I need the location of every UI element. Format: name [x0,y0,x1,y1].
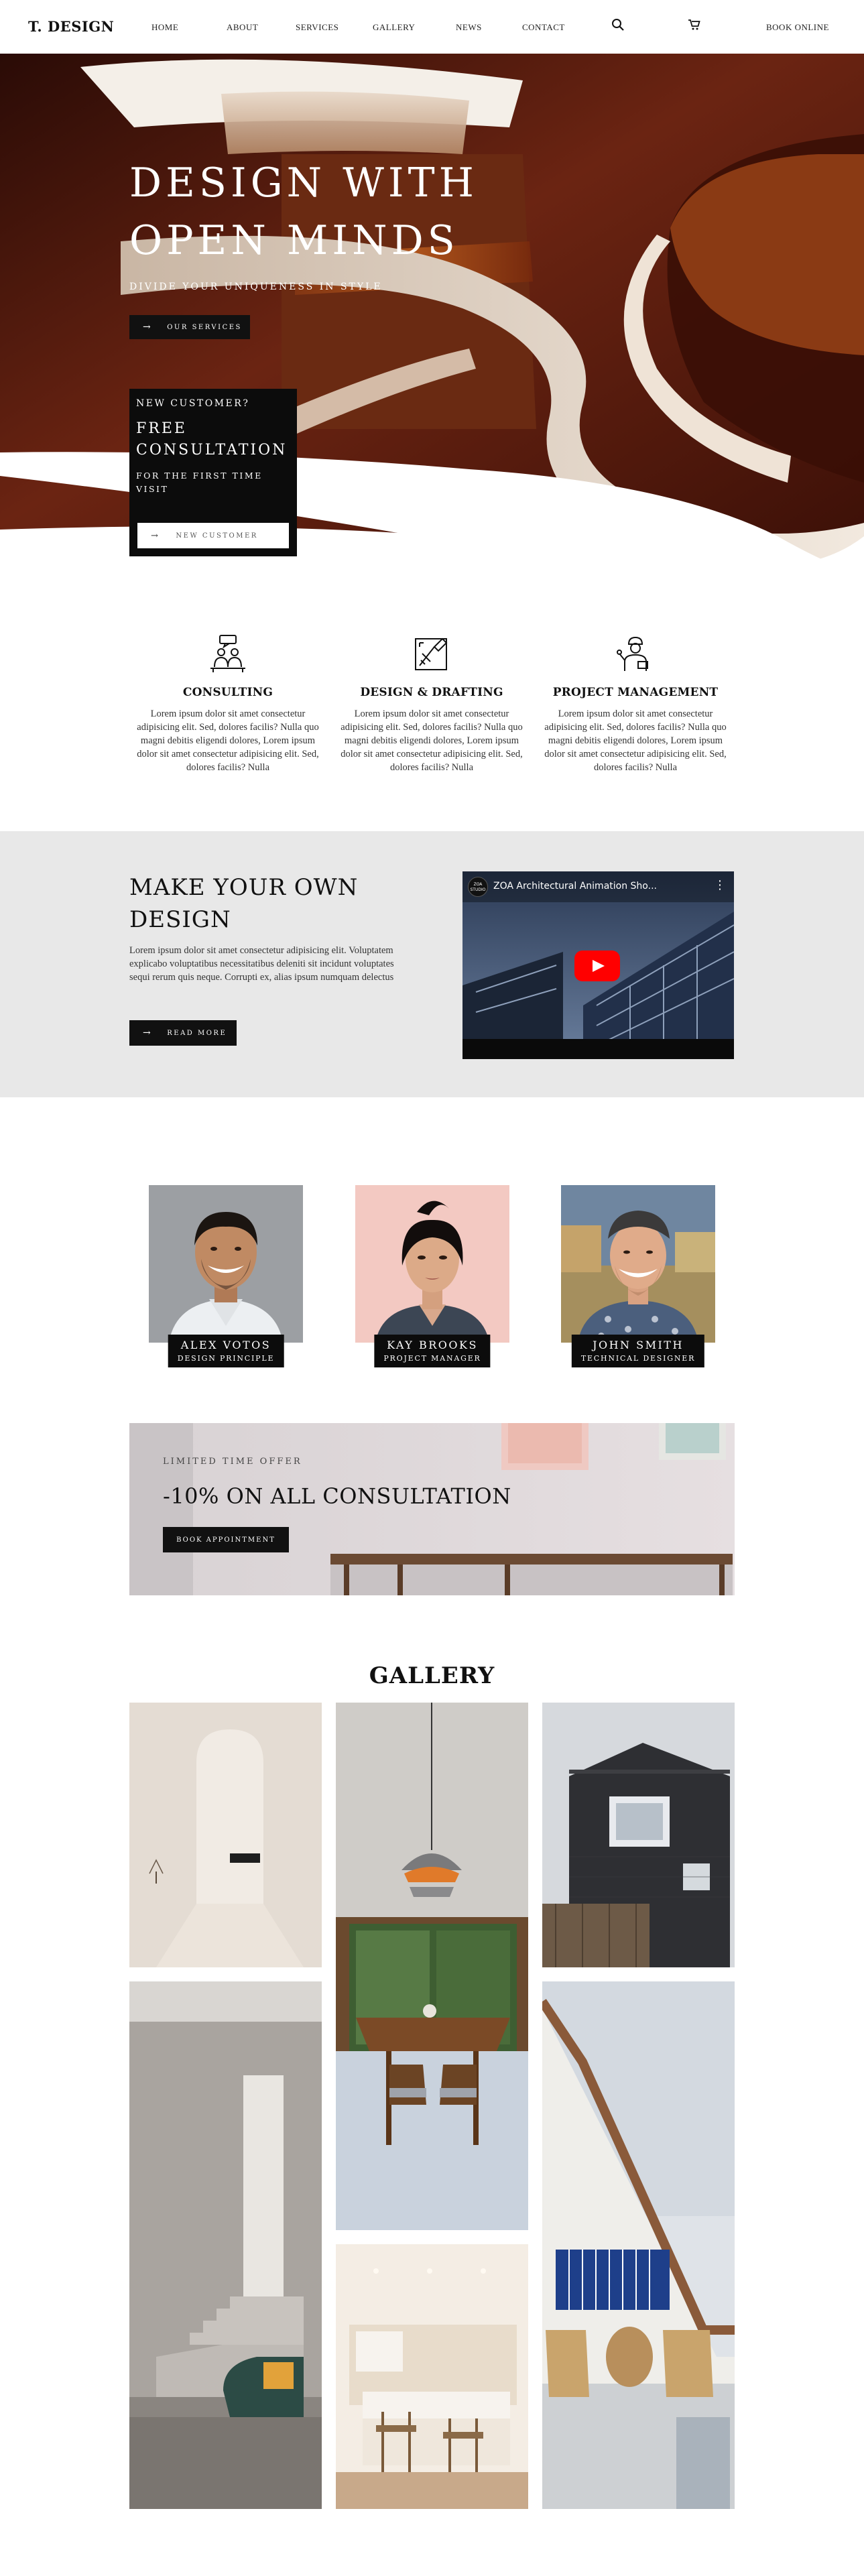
limited-offer-banner: LIMITED TIME OFFER -10% ON ALL CONSULTAT… [129,1423,735,1595]
new-customer-card: NEW CUSTOMER? FREE CONSULTATION FOR THE … [129,389,297,556]
nav-news[interactable]: NEWS [456,22,482,33]
video-embed[interactable]: ZOA STUDIO ZOA Architectural Animation S… [462,871,734,1059]
service-description: Lorem ipsum dolor sit amet consectetur a… [544,709,727,773]
hero-subtitle: DIVIDE YOUR UNIQUENESS IN STYLE [129,282,383,292]
gallery-image-brick-house[interactable] [542,1703,735,1967]
team-member-photo [355,1185,509,1343]
service-title: DESIGN & DRAFTING [360,686,503,699]
gallery-title: GALLERY [369,1662,495,1689]
book-appointment-button[interactable]: BOOK APPOINTMENT [163,1527,289,1552]
offer-label: LIMITED TIME OFFER [163,1457,302,1467]
project-management-icon [615,633,656,674]
hero-title: DESIGN WITH OPEN MINDS [129,160,478,264]
arrow-right-icon: → [143,322,153,332]
team-member-name: ALEX VOTOS [180,1339,271,1351]
section-title: MAKE YOUR OWN DESIGN [129,874,359,933]
offer-title: -10% ON ALL CONSULTATION [163,1483,511,1509]
first-visit-note: FOR THE FIRST TIME VISIT [136,471,263,494]
our-services-label: OUR SERVICES [167,323,242,331]
video-title[interactable]: ZOA Architectural Animation Sho... [493,881,657,892]
offer-background-image [129,1423,735,1595]
youtube-play-button[interactable] [574,950,620,981]
team-member-name: JOHN SMITH [593,1339,684,1351]
new-customer-button[interactable]: → NEW CUSTOMER [137,523,289,548]
service-consulting: CONSULTING Lorem ipsum dolor sit amet co… [134,633,322,774]
service-project-management: PROJECT MANAGEMENT Lorem ipsum dolor sit… [542,633,729,774]
cart-icon[interactable] [688,18,702,33]
team-member-tag: ALEX VOTOS DESIGN PRINCIPLE [168,1335,284,1367]
team-member-photo [561,1185,715,1343]
top-nav: T. DESIGN HOME ABOUT SERVICES GALLERY NE… [0,0,864,54]
more-options-icon[interactable]: ⋮ [714,879,726,892]
gallery-image-dining-room[interactable] [336,1703,528,2230]
gallery-image-patio-chairs[interactable] [542,1981,735,2509]
team-member-tag: KAY BROOKS PROJECT MANAGER [374,1335,491,1367]
team-member-role: TECHNICAL DESIGNER [580,1354,696,1363]
nav-services[interactable]: SERVICES [296,22,338,33]
team-member-name: KAY BROOKS [387,1339,478,1351]
book-online-link[interactable]: BOOK ONLINE [766,22,829,33]
channel-avatar[interactable]: ZOA STUDIO [468,877,488,897]
consulting-icon [208,633,248,674]
service-title: CONSULTING [182,686,273,699]
section-text: Lorem ipsum dolor sit amet consectetur a… [129,945,394,983]
nav-gallery[interactable]: GALLERY [373,22,415,33]
page: T. DESIGN HOME ABOUT SERVICES GALLERY NE… [0,0,864,2576]
service-description: Lorem ipsum dolor sit amet consectetur a… [137,709,319,773]
read-more-label: READ MORE [167,1029,227,1037]
read-more-button[interactable]: → READ MORE [129,1020,237,1046]
site-logo[interactable]: T. DESIGN [28,18,114,35]
make-your-own-design-section: MAKE YOUR OWN DESIGN Lorem ipsum dolor s… [0,831,864,1097]
new-customer-question: NEW CUSTOMER? [136,398,250,409]
free-consultation-heading: FREE CONSULTATION [136,420,288,458]
team-member-photo [149,1185,303,1343]
service-title: PROJECT MANAGEMENT [552,686,719,699]
play-icon [593,960,605,972]
new-customer-label: NEW CUSTOMER [176,532,258,540]
team-member-card: JOHN SMITH TECHNICAL DESIGNER [561,1185,715,1379]
hero: DESIGN WITH OPEN MINDS DIVIDE YOUR UNIQU… [0,54,864,576]
our-services-button[interactable]: → OUR SERVICES [129,315,250,339]
nav-home[interactable]: HOME [151,22,178,33]
team-member-role: DESIGN PRINCIPLE [177,1354,275,1363]
team-member-tag: JOHN SMITH TECHNICAL DESIGNER [571,1335,705,1367]
service-design-drafting: DESIGN & DRAFTING Lorem ipsum dolor sit … [338,633,526,774]
arrow-right-icon: → [151,530,160,541]
gallery-image-arched-room[interactable] [129,1703,322,1967]
nav-contact[interactable]: CONTACT [522,22,565,33]
gallery-image-kitchen[interactable] [336,2244,528,2509]
team-member-card: KAY BROOKS PROJECT MANAGER [355,1185,509,1379]
service-description: Lorem ipsum dolor sit amet consectetur a… [341,709,523,773]
drafting-icon [412,633,452,674]
team-member-role: PROJECT MANAGER [383,1354,481,1363]
nav-about[interactable]: ABOUT [227,22,258,33]
search-icon[interactable] [611,18,626,33]
team-member-card: ALEX VOTOS DESIGN PRINCIPLE [149,1185,303,1379]
arrow-right-icon: → [143,1028,153,1038]
gallery-image-staircase-lounge[interactable] [129,1981,322,2509]
